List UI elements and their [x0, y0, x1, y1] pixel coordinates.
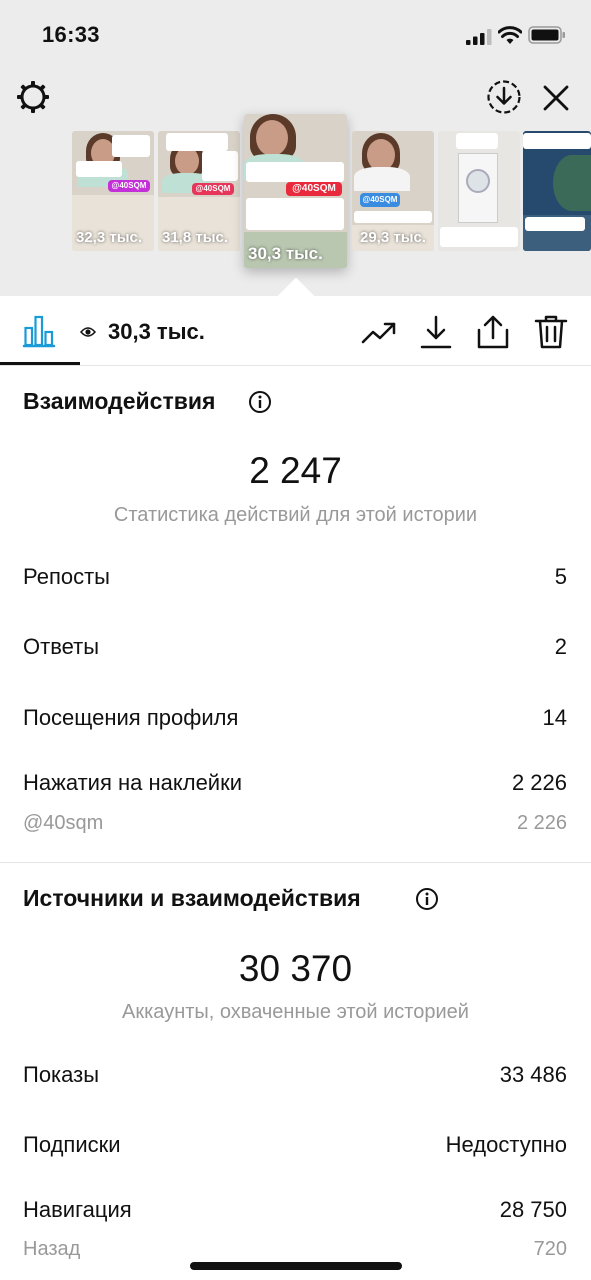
story-thumbnail[interactable]: @40SQM 32,3 тыс.	[72, 131, 154, 251]
share-icon[interactable]	[475, 314, 511, 350]
info-icon[interactable]	[415, 887, 439, 911]
interactions-total: 2 247	[249, 450, 342, 491]
eye-icon	[80, 327, 96, 337]
story-thumbnail[interactable]: @40SQM 31,8 тыс.	[158, 131, 240, 251]
info-icon[interactable]	[248, 390, 272, 414]
navigation-back-label: Назад	[23, 1238, 81, 1260]
story-view-count: 30,3 тыс.	[248, 244, 323, 263]
discovery-total: 30 370	[238, 948, 353, 989]
cellular-signal-icon	[466, 29, 492, 45]
save-story-icon[interactable]	[486, 79, 522, 115]
discovery-title: Источники и взаимодействия	[23, 885, 361, 911]
story-tag: @40SQM	[192, 183, 234, 195]
close-icon[interactable]	[540, 82, 572, 114]
status-time: 16:33	[42, 22, 100, 47]
sticker-taps-label: Нажатия на наклейки	[23, 770, 243, 795]
section-divider	[0, 862, 591, 863]
story-tag: @40SQM	[286, 182, 342, 196]
story-view-count: 32,3 тыс.	[76, 229, 143, 246]
impressions-label: Показы	[23, 1062, 100, 1087]
discovery-subtitle: Аккаунты, охваченные этой историей	[122, 1001, 469, 1023]
trash-icon[interactable]	[533, 314, 569, 350]
wifi-icon	[498, 26, 522, 44]
active-tab-indicator	[0, 362, 80, 365]
battery-icon	[528, 26, 565, 44]
sticker-taps-value: 2 226	[511, 770, 567, 795]
bar-chart-icon[interactable]	[22, 314, 56, 348]
settings-gear-icon[interactable]	[14, 78, 52, 116]
sticker-mention-value: 2 226	[516, 812, 567, 834]
story-view-count: 31,8 тыс.	[162, 229, 229, 246]
insights-sheet: 30,3 тыс. Взаимодействия 2 247 Статистик…	[0, 296, 591, 1280]
trending-up-icon[interactable]	[361, 314, 397, 350]
follows-label: Подписки	[23, 1132, 121, 1157]
replies-value: 2	[554, 634, 567, 659]
navigation-label: Навигация	[23, 1197, 132, 1222]
story-thumbnail[interactable]: @40SQM 29,3 тыс.	[352, 131, 434, 251]
profile-visits-value: 14	[542, 705, 567, 730]
reposts-value: 5	[554, 564, 567, 589]
home-indicator[interactable]	[190, 1262, 402, 1270]
impressions-value: 33 486	[499, 1062, 567, 1087]
story-views-count: 30,3 тыс.	[108, 319, 205, 344]
story-tag: @40SQM	[108, 180, 150, 192]
interactions-title: Взаимодействия	[23, 388, 216, 414]
insights-toolbar: 30,3 тыс.	[0, 296, 591, 366]
navigation-value: 28 750	[499, 1197, 567, 1222]
story-thumbnail-selected[interactable]: @40SQM 30,3 тыс.	[244, 114, 347, 268]
sticker-mention-label: @40sqm	[23, 812, 104, 834]
story-thumbnail[interactable]	[523, 131, 591, 251]
story-tag: @40SQM	[360, 193, 400, 207]
follows-value: Недоступно	[445, 1132, 567, 1157]
story-thumbnail[interactable]	[438, 131, 520, 251]
story-view-count: 29,3 тыс.	[360, 229, 427, 246]
navigation-back-value: 720	[533, 1238, 567, 1260]
profile-visits-label: Посещения профиля	[23, 705, 239, 730]
download-icon[interactable]	[418, 314, 454, 350]
reposts-label: Репосты	[23, 564, 110, 589]
replies-label: Ответы	[23, 634, 100, 659]
status-bar: 16:33	[0, 0, 591, 70]
interactions-subtitle: Статистика действий для этой истории	[113, 504, 478, 526]
